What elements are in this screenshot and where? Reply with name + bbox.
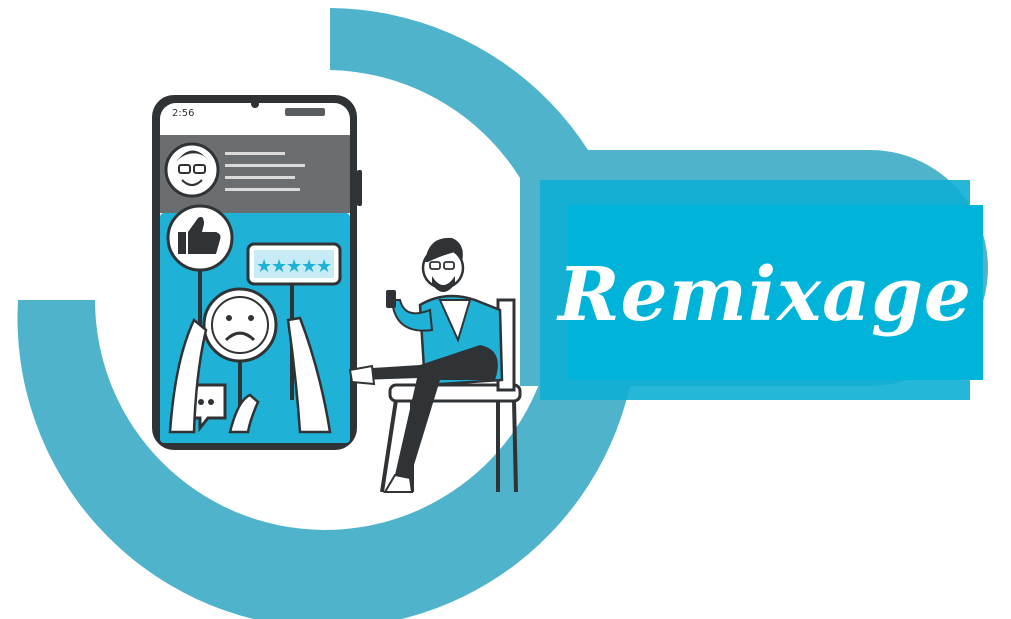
phone-status-time: 2:56 <box>172 108 195 119</box>
person-illustration <box>348 237 504 493</box>
svg-text:★: ★ <box>256 256 272 277</box>
svg-text:★: ★ <box>286 256 302 277</box>
avatar-icon <box>164 142 220 198</box>
svg-text:★: ★ <box>316 256 332 277</box>
brand-logo-text: Remixage <box>558 252 972 338</box>
svg-text:★: ★ <box>271 256 287 277</box>
svg-text:★: ★ <box>301 256 317 277</box>
